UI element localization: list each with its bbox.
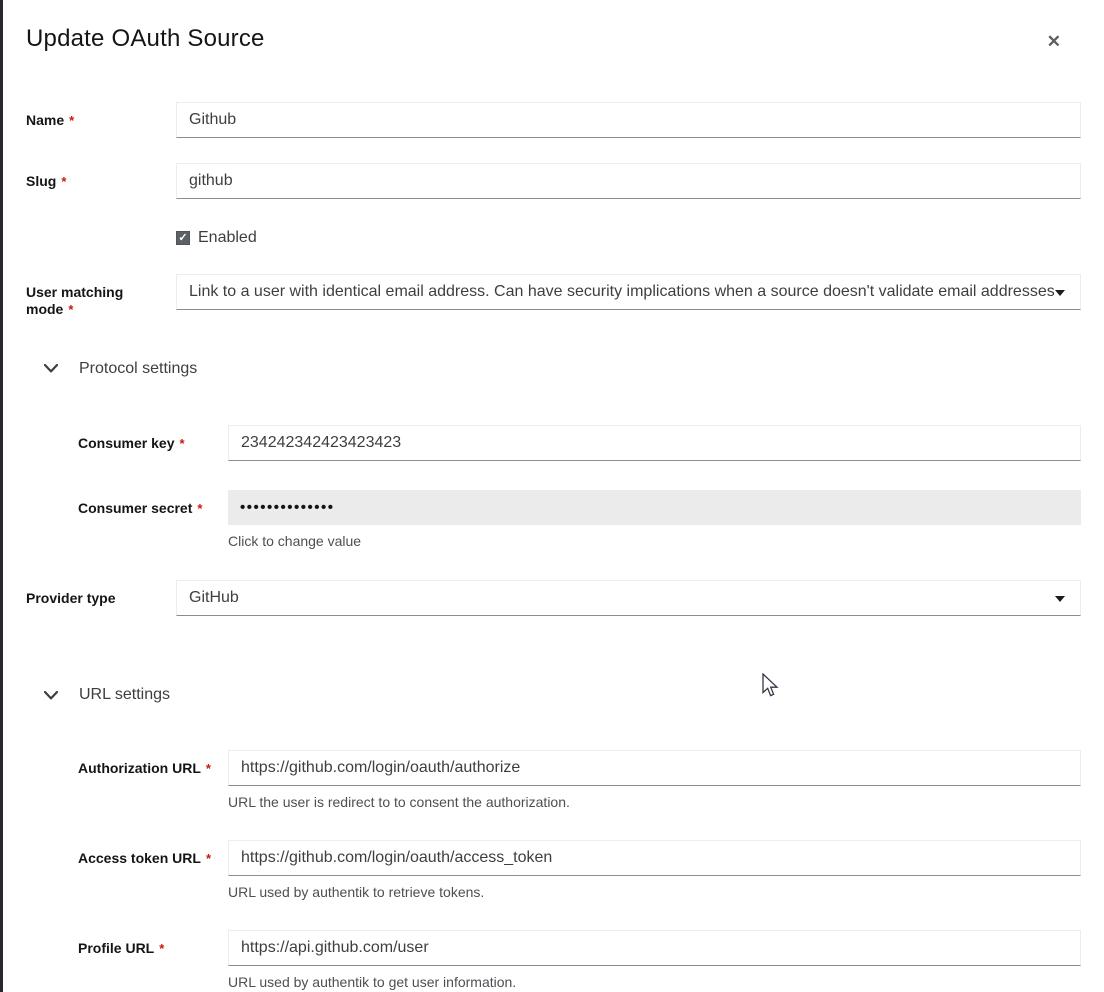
- provider-type-select[interactable]: GitHub: [176, 580, 1081, 616]
- chevron-down-icon: [1055, 596, 1065, 602]
- form-row-consumer-key: Consumer key*: [78, 425, 1081, 461]
- user-matching-mode-select[interactable]: Link to a user with identical email addr…: [176, 274, 1081, 310]
- consumer-secret-masked-field[interactable]: ••••••••••••••: [228, 490, 1081, 525]
- access-token-url-label: Access token URL*: [78, 840, 228, 867]
- enabled-label: Enabled: [198, 229, 257, 247]
- close-button[interactable]: ✕: [1041, 31, 1067, 52]
- url-settings-heading: URL settings: [79, 686, 170, 704]
- chevron-down-icon: [44, 364, 58, 373]
- form-row-provider-type: Provider type GitHub: [26, 580, 1081, 616]
- name-input[interactable]: [176, 102, 1081, 138]
- required-asterisk: *: [69, 113, 74, 128]
- form-row-consumer-secret: Consumer secret* •••••••••••••• Click to…: [78, 490, 1081, 550]
- required-asterisk: *: [206, 851, 211, 866]
- modal-header: Update OAuth Source ✕: [26, 25, 1081, 53]
- profile-url-label: Profile URL*: [78, 930, 228, 957]
- required-asterisk: *: [197, 501, 202, 516]
- required-asterisk: *: [206, 761, 211, 776]
- enabled-checkbox-wrap[interactable]: ✓ Enabled: [176, 225, 1081, 247]
- protocol-settings-heading: Protocol settings: [79, 360, 197, 378]
- required-asterisk: *: [159, 941, 164, 956]
- access-token-url-input[interactable]: [228, 840, 1081, 876]
- required-asterisk: *: [61, 174, 66, 189]
- authorization-url-helper: URL the user is redirect to to consent t…: [228, 794, 1081, 811]
- slug-label: Slug*: [26, 163, 176, 190]
- page-edge-strip: [0, 0, 3, 992]
- user-matching-mode-label: User matching mode*: [26, 274, 176, 318]
- enabled-checkbox[interactable]: ✓: [176, 231, 190, 245]
- profile-url-helper: URL used by authentik to get user inform…: [228, 974, 1081, 991]
- chevron-down-icon: [44, 691, 58, 700]
- form-row-user-matching-mode: User matching mode* Link to a user with …: [26, 274, 1081, 318]
- form-row-profile-url: Profile URL* URL used by authentik to ge…: [78, 930, 1081, 991]
- slug-input[interactable]: [176, 163, 1081, 199]
- consumer-secret-label: Consumer secret*: [78, 490, 228, 517]
- consumer-secret-helper: Click to change value: [228, 533, 1081, 550]
- provider-type-value: GitHub: [189, 589, 239, 606]
- profile-url-input[interactable]: [228, 930, 1081, 966]
- page-title: Update OAuth Source: [26, 25, 265, 53]
- authorization-url-label: Authorization URL*: [78, 750, 228, 777]
- update-oauth-source-modal: Update OAuth Source ✕ Name* Slug* ✓ Enab…: [0, 0, 1104, 991]
- authorization-url-input[interactable]: [228, 750, 1081, 786]
- required-asterisk: *: [68, 302, 73, 317]
- form-row-access-token-url: Access token URL* URL used by authentik …: [78, 840, 1081, 901]
- form-row-slug: Slug*: [26, 163, 1081, 199]
- name-label: Name*: [26, 102, 176, 129]
- form-row-enabled: ✓ Enabled: [26, 225, 1081, 247]
- url-settings-toggle[interactable]: URL settings: [26, 686, 1081, 704]
- access-token-url-helper: URL used by authentik to retrieve tokens…: [228, 884, 1081, 901]
- provider-type-label: Provider type: [26, 580, 176, 607]
- form-row-name: Name*: [26, 102, 1081, 138]
- form-row-authorization-url: Authorization URL* URL the user is redir…: [78, 750, 1081, 811]
- required-asterisk: *: [179, 436, 184, 451]
- close-icon: ✕: [1047, 32, 1061, 51]
- user-matching-mode-value: Link to a user with identical email addr…: [189, 283, 1055, 300]
- consumer-key-input[interactable]: [228, 425, 1081, 461]
- chevron-down-icon: [1055, 290, 1065, 296]
- consumer-key-label: Consumer key*: [78, 425, 228, 452]
- checkmark-icon: ✓: [178, 233, 187, 244]
- protocol-settings-toggle[interactable]: Protocol settings: [26, 360, 1081, 378]
